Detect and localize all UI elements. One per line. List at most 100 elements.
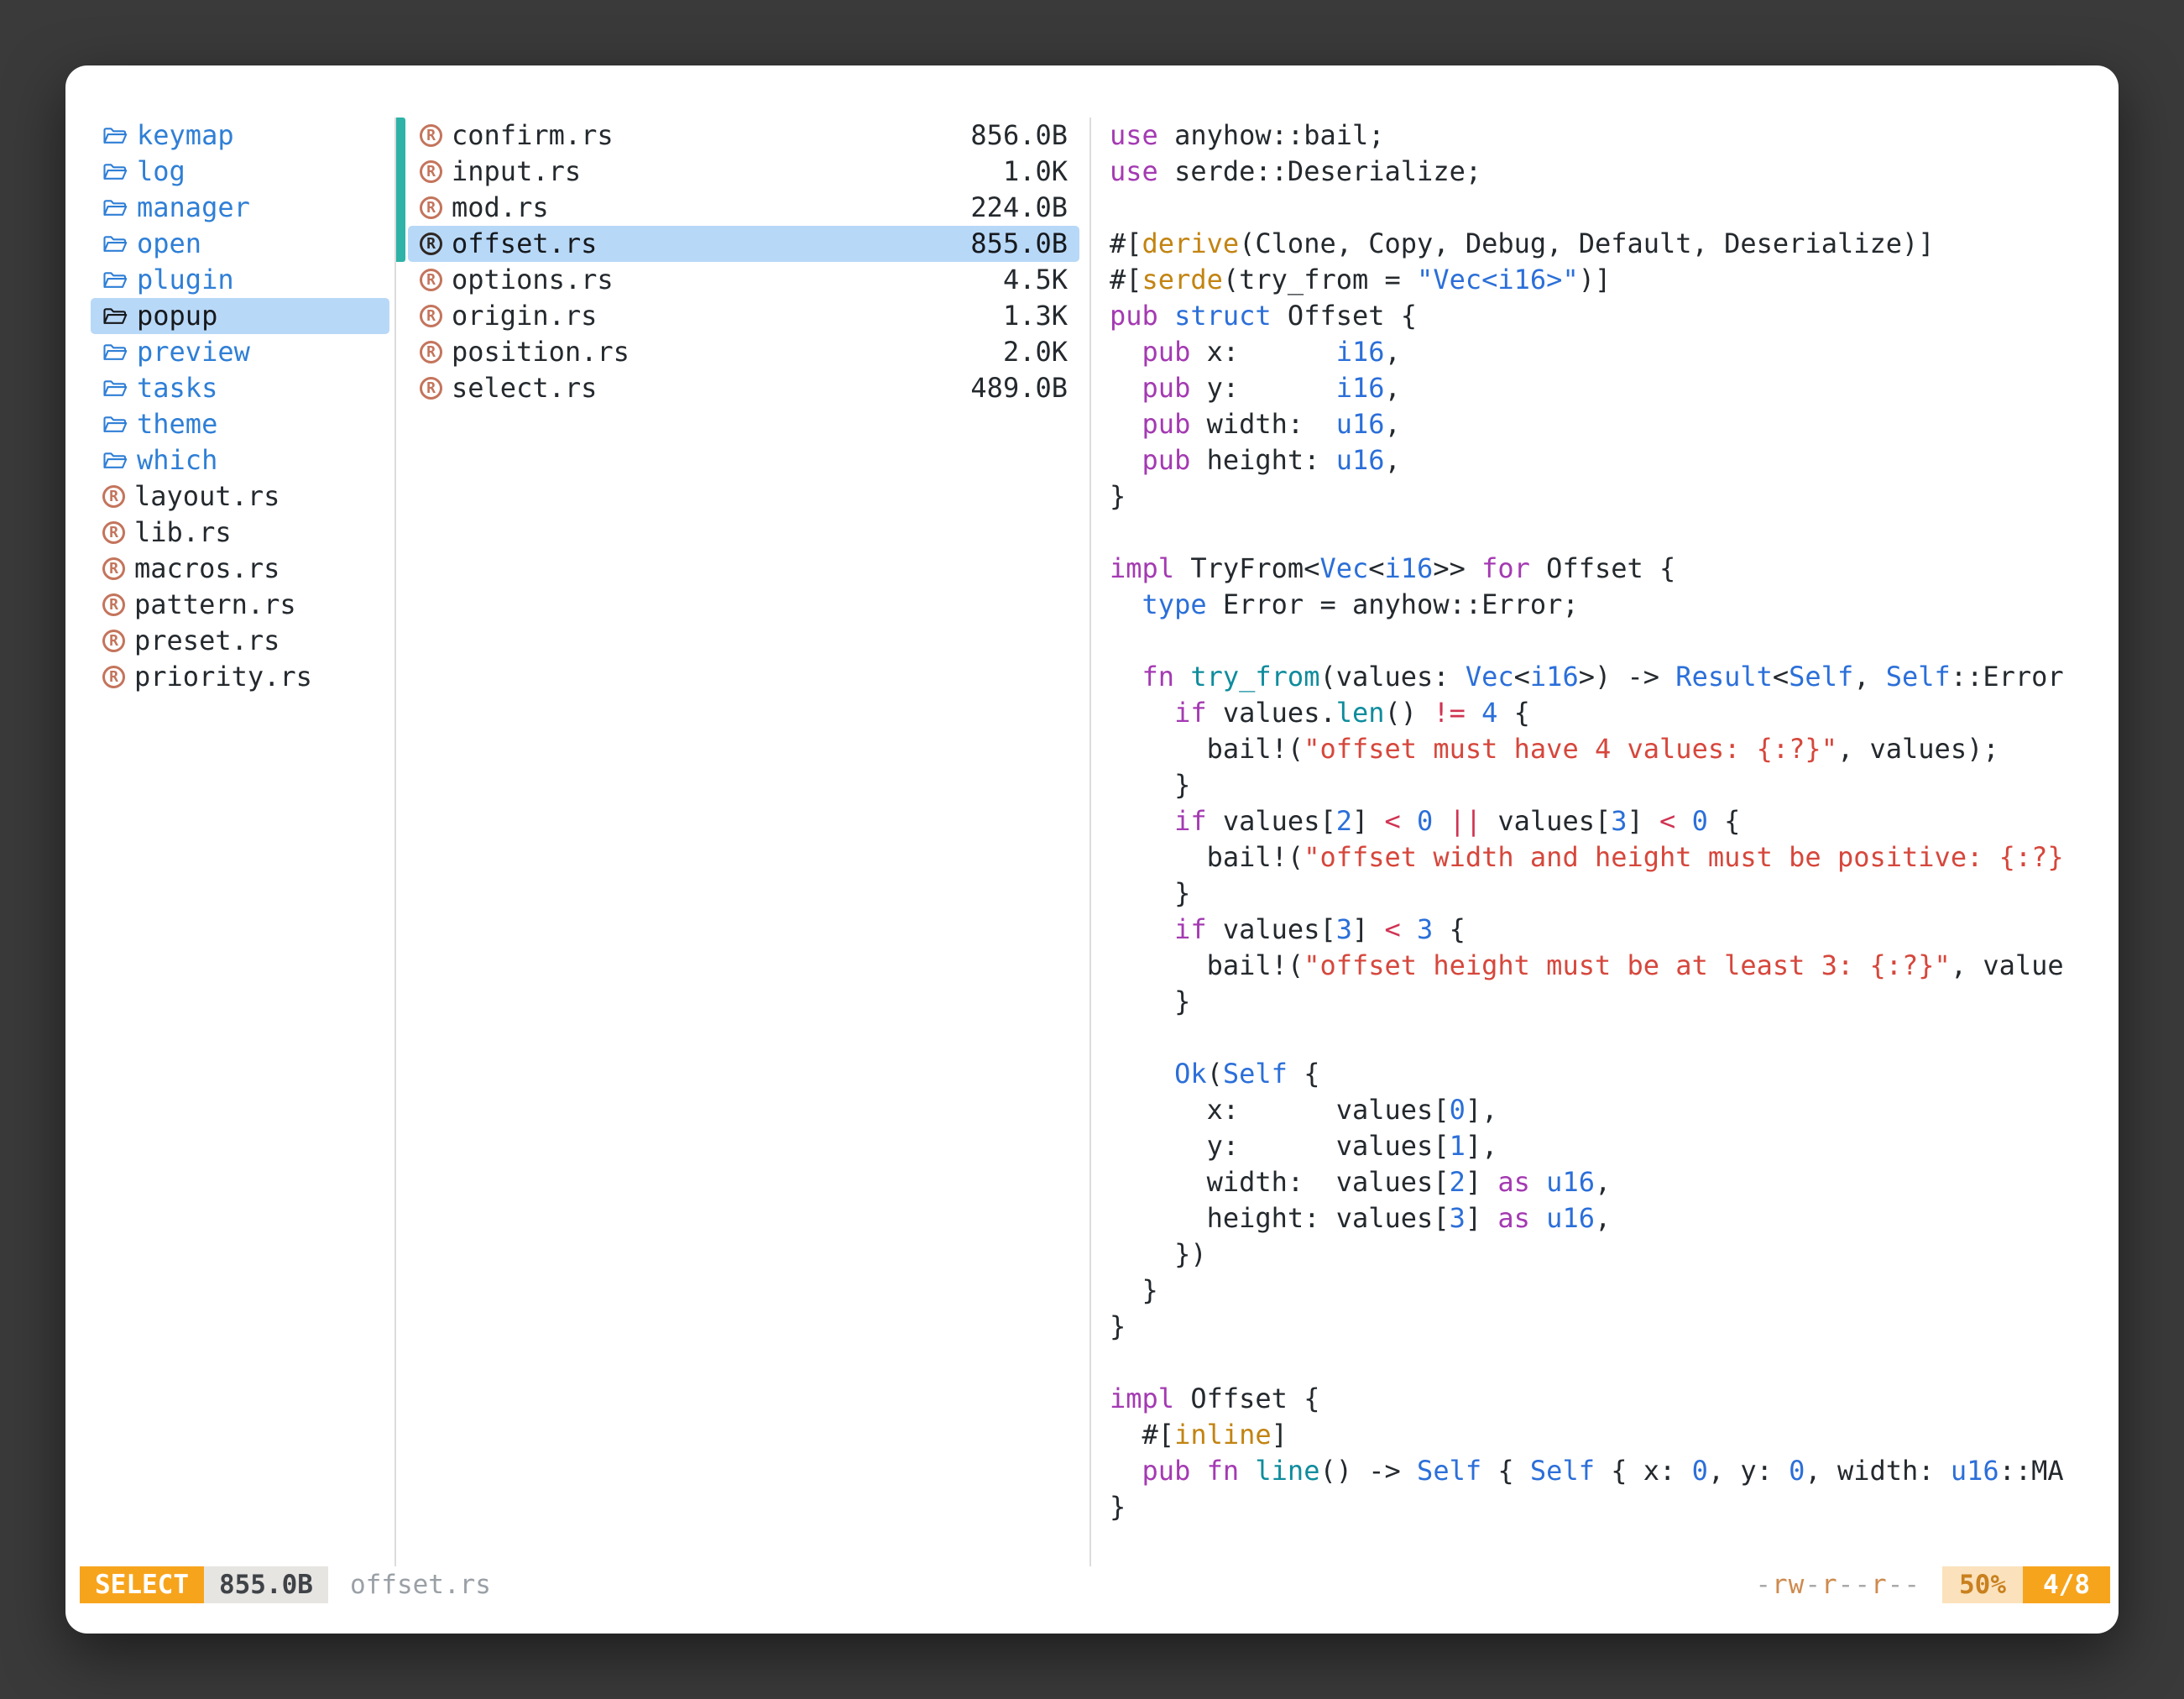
code-line: use anyhow::bail; [1110,118,2119,154]
file-row-confirm.rs[interactable]: Rconfirm.rs 856.0B [408,118,1079,154]
code-line: pub fn line() -> Self { Self { x: 0, y: … [1110,1453,2119,1489]
code-line: pub y: i16, [1110,370,2119,406]
folder-row-which[interactable]: which [91,442,389,478]
code-line: #[inline] [1110,1417,2119,1453]
folder-name: plugin [137,262,234,298]
parent-directory-list: keymaplogmanageropenpluginpopuppreviewta… [91,118,394,695]
file-size: 1.3K [1003,298,1068,334]
code-line: type Error = anyhow::Error; [1110,587,2119,623]
folder-name: tasks [137,370,217,406]
rust-file-icon: R [420,269,442,291]
rust-file-icon: R [102,485,125,508]
file-name: origin.rs [452,298,597,334]
status-bar: SELECT 855.0B offset.rs -rw-r--r-- 50% 4… [80,1566,2110,1603]
file-row-options.rs[interactable]: Roptions.rs 4.5K [408,262,1079,298]
file-name: preset.rs [134,623,280,659]
file-preview-pane: use anyhow::bail;use serde::Deserialize;… [1091,118,2119,1566]
file-row-select.rs[interactable]: Rselect.rs489.0B [408,370,1079,406]
code-line: use serde::Deserialize; [1110,154,2119,190]
current-directory-list: Rconfirm.rs 856.0BRinput.rs1.0KRmod.rs224… [396,118,1089,406]
file-size: 1.0K [1003,154,1068,190]
folder-name: open [137,226,201,262]
file-name: confirm.rs [452,118,614,154]
file-name: priority.rs [134,659,312,695]
folder-row-log[interactable]: log [91,154,389,190]
file-name: layout.rs [134,478,280,515]
code-line: impl Offset { [1110,1381,2119,1417]
file-row-priority.rs[interactable]: Rpriority.rs [91,659,389,695]
code-line: pub width: u16, [1110,406,2119,442]
code-line: }) [1110,1236,2119,1273]
folder-name: preview [137,334,250,370]
code-line: } [1110,876,2119,912]
file-row-offset.rs[interactable]: Roffset.rs855.0B [408,226,1079,262]
file-size: 856.0B [970,118,1068,154]
code-line: } [1110,1273,2119,1309]
folder-row-popup[interactable]: popup [91,298,389,334]
file-size: 4.5K [1003,262,1068,298]
rust-file-icon: R [102,593,125,616]
code-line: impl TryFrom<Vec<i16>> for Offset { [1110,551,2119,587]
file-name: offset.rs [452,226,597,262]
folder-name: manager [137,190,250,226]
rust-file-icon: R [102,557,125,580]
file-row-origin.rs[interactable]: Rorigin.rs 1.3K [408,298,1079,334]
rust-file-icon: R [102,630,125,652]
file-name: select.rs [452,370,597,406]
folder-row-plugin[interactable]: plugin [91,262,389,298]
code-line: fn try_from(values: Vec<i16>) -> Result<… [1110,659,2119,695]
file-name: position.rs [452,334,630,370]
rust-file-icon: R [420,160,442,183]
folder-row-tasks[interactable]: tasks [91,370,389,406]
file-permissions: -rw-r--r-- [1755,1566,1920,1603]
file-row-preset.rs[interactable]: Rpreset.rs [91,623,389,659]
scroll-percent: 50% [1942,1566,2023,1603]
code-line: bail!("offset height must be at least 3:… [1110,948,2119,984]
file-name: options.rs [452,262,614,298]
folder-row-theme[interactable]: theme [91,406,389,442]
folder-name: popup [137,298,217,334]
file-size-chip: 855.0B [204,1566,328,1603]
folder-row-open[interactable]: open [91,226,389,262]
file-row-input.rs[interactable]: Rinput.rs1.0K [408,154,1079,190]
file-row-pattern.rs[interactable]: Rpattern.rs [91,587,389,623]
code-line: #[derive(Clone, Copy, Debug, Default, De… [1110,226,2119,262]
file-row-layout.rs[interactable]: Rlayout.rs [91,478,389,515]
folder-icon [102,449,128,473]
folder-row-manager[interactable]: manager [91,190,389,226]
rust-file-icon: R [420,305,442,327]
folder-icon [102,305,128,328]
folder-icon [102,269,128,292]
folder-name: log [137,154,185,190]
code-line [1110,515,2119,551]
code-line: if values.len() != 4 { [1110,695,2119,731]
folder-row-keymap[interactable]: keymap [91,118,389,154]
code-line: bail!("offset must have 4 values: {:?}",… [1110,731,2119,767]
code-line: if values[2] < 0 || values[3] < 0 { [1110,803,2119,839]
file-row-lib.rs[interactable]: Rlib.rs [91,515,389,551]
scrollbar-thumb[interactable] [394,118,405,262]
file-row-position.rs[interactable]: Rposition.rs2.0K [408,334,1079,370]
cursor-position: 4/8 [2023,1566,2110,1603]
file-name: pattern.rs [134,587,296,623]
file-row-mod.rs[interactable]: Rmod.rs224.0B [408,190,1079,226]
rust-file-icon: R [420,124,442,147]
panes-container: keymaplogmanageropenpluginpopuppreviewta… [65,65,2119,1566]
code-line: } [1110,767,2119,803]
code-line: x: values[0], [1110,1092,2119,1128]
code-line: y: values[1], [1110,1128,2119,1164]
file-row-macros.rs[interactable]: Rmacros.rs [91,551,389,587]
folder-icon [102,160,128,184]
code-preview: use anyhow::bail;use serde::Deserialize;… [1110,118,2119,1525]
folder-icon [102,196,128,220]
code-line: Ok(Self { [1110,1056,2119,1092]
code-line: } [1110,1309,2119,1345]
file-name: mod.rs [452,190,549,226]
code-line: pub x: i16, [1110,334,2119,370]
mode-badge: SELECT [80,1566,204,1603]
folder-row-preview[interactable]: preview [91,334,389,370]
folder-icon [102,413,128,437]
status-filename: offset.rs [350,1566,491,1603]
rust-file-icon: R [420,196,442,219]
rust-file-icon: R [102,521,125,544]
